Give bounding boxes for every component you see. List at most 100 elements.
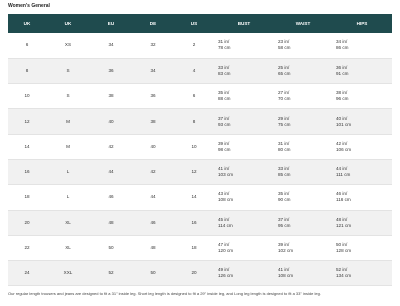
cell-hips-inches: 50 in/ xyxy=(336,242,348,248)
cell-eu: 42 xyxy=(90,134,132,160)
cell-uk-letter: L xyxy=(46,184,90,211)
table-row: 14 M 42 40 10 39 in/98 cm 31 in/80 cm 42 in/106… xyxy=(8,134,392,160)
cell-us: 16 xyxy=(174,210,214,236)
table-row: 24 XXL 52 50 20 49 in/126 cm 41 in/108 cm 52 in… xyxy=(8,260,392,287)
cell-waist: 37 in/95 cm xyxy=(274,210,332,236)
cell-uk-letter: XXL xyxy=(46,260,90,287)
table-row: 16 L 44 42 12 41 in/103 cm 33 in/85 cm 44 in/11… xyxy=(8,159,392,186)
cell-bust: 31 in/78 cm xyxy=(214,33,274,59)
cell-hips: 48 in/121 cm xyxy=(332,210,392,236)
cell-waist: 25 in/65 cm xyxy=(274,58,332,85)
cell-hips-inches: 40 in/ xyxy=(336,115,348,121)
cell-bust-centimeters: 78 cm xyxy=(218,45,231,51)
cell-eu: 44 xyxy=(90,159,132,186)
cell-hips-centimeters: 111 cm xyxy=(336,172,351,178)
cell-waist: 23 in/58 cm xyxy=(274,33,332,59)
cell-waist-inches: 33 in/ xyxy=(278,166,290,172)
cell-bust: 43 in/108 cm xyxy=(214,184,274,211)
cell-eu: 38 xyxy=(90,83,132,110)
cell-hips: 42 in/106 cm xyxy=(332,134,392,160)
page-title: Women's General xyxy=(8,3,50,9)
cell-waist-centimeters: 85 cm xyxy=(278,172,291,178)
cell-waist-centimeters: 80 cm xyxy=(278,146,291,152)
header-uk-letter: UK xyxy=(64,21,72,26)
table-row: 12 M 40 38 8 37 in/93 cm 29 in/75 cm 40 in/101 … xyxy=(8,108,392,135)
cell-de: 46 xyxy=(132,210,174,236)
cell-hips-inches: 48 in/ xyxy=(336,216,348,222)
cell-bust-inches: 41 in/ xyxy=(218,166,230,172)
cell-waist-inches: 35 in/ xyxy=(278,191,290,197)
cell-us: 20 xyxy=(174,260,214,287)
cell-bust-inches: 39 in/ xyxy=(218,140,230,146)
cell-hips-centimeters: 128 cm xyxy=(336,248,352,254)
cell-eu: 36 xyxy=(90,58,132,85)
cell-hips-centimeters: 116 cm xyxy=(336,197,351,203)
cell-uk-number: 6 xyxy=(8,33,46,59)
cell-waist: 33 in/85 cm xyxy=(274,159,332,186)
cell-bust-centimeters: 126 cm xyxy=(218,273,234,279)
cell-uk-number: 14 xyxy=(8,134,46,160)
header-us: US xyxy=(190,21,198,26)
cell-bust-centimeters: 98 cm xyxy=(218,146,231,152)
cell-waist: 29 in/75 cm xyxy=(274,108,332,135)
cell-hips-inches: 44 in/ xyxy=(336,166,348,172)
cell-hips: 34 in/86 cm xyxy=(332,33,392,59)
cell-uk-letter: XL xyxy=(46,210,90,236)
cell-uk-number: 20 xyxy=(8,210,46,236)
cell-hips: 36 in/91 cm xyxy=(332,58,392,85)
cell-eu: 34 xyxy=(90,33,132,59)
cell-waist-inches: 39 in/ xyxy=(278,242,290,248)
cell-uk-number: 12 xyxy=(8,108,46,135)
cell-bust-centimeters: 114 cm xyxy=(218,222,233,228)
cell-uk-letter: XL xyxy=(46,235,90,262)
cell-waist-centimeters: 58 cm xyxy=(278,45,291,51)
cell-bust: 37 in/93 cm xyxy=(214,108,274,135)
header-bust: BUST xyxy=(237,21,251,26)
cell-hips-centimeters: 86 cm xyxy=(336,45,349,51)
cell-bust: 39 in/98 cm xyxy=(214,134,274,160)
cell-waist: 41 in/108 cm xyxy=(274,260,332,287)
cell-waist-centimeters: 108 cm xyxy=(278,273,294,279)
cell-waist-centimeters: 95 cm xyxy=(278,222,291,228)
cell-hips: 38 in/96 cm xyxy=(332,83,392,110)
cell-waist-inches: 41 in/ xyxy=(278,267,290,273)
cell-waist-centimeters: 102 cm xyxy=(278,248,294,254)
cell-us: 4 xyxy=(174,58,214,85)
cell-us: 6 xyxy=(174,83,214,110)
cell-bust: 41 in/103 cm xyxy=(214,159,274,186)
cell-us: 12 xyxy=(174,159,214,186)
cell-uk-letter: S xyxy=(46,83,90,110)
cell-waist-centimeters: 90 cm xyxy=(278,197,291,203)
cell-de: 50 xyxy=(132,260,174,287)
cell-bust-inches: 45 in/ xyxy=(218,216,230,222)
cell-bust-inches: 33 in/ xyxy=(218,64,230,70)
cell-waist-centimeters: 65 cm xyxy=(278,70,291,76)
cell-de: 38 xyxy=(132,108,174,135)
cell-bust: 47 in/120 cm xyxy=(214,235,274,262)
cell-bust-centimeters: 108 cm xyxy=(218,197,234,203)
cell-de: 42 xyxy=(132,159,174,186)
cell-bust: 49 in/126 cm xyxy=(214,260,274,287)
cell-us: 8 xyxy=(174,108,214,135)
cell-hips-inches: 46 in/ xyxy=(336,191,348,197)
cell-eu: 46 xyxy=(90,184,132,211)
cell-uk-number: 16 xyxy=(8,159,46,186)
cell-eu: 48 xyxy=(90,210,132,236)
cell-uk-number: 10 xyxy=(8,83,46,110)
cell-de: 44 xyxy=(132,184,174,211)
cell-uk-letter: S xyxy=(46,58,90,85)
table-row: 20 XL 48 46 16 45 in/114 cm 37 in/95 cm 48 in/1… xyxy=(8,210,392,236)
cell-waist-centimeters: 75 cm xyxy=(278,121,291,127)
cell-hips-inches: 38 in/ xyxy=(336,90,348,96)
cell-us: 18 xyxy=(174,235,214,262)
table-row: 8 S 36 34 4 33 in/83 cm 25 in/65 cm 36 in/91 cm xyxy=(8,58,392,85)
cell-waist: 39 in/102 cm xyxy=(274,235,332,262)
cell-us: 2 xyxy=(174,33,214,59)
cell-waist: 27 in/70 cm xyxy=(274,83,332,110)
cell-hips-centimeters: 96 cm xyxy=(336,96,349,102)
cell-uk-letter: L xyxy=(46,159,90,186)
cell-hips: 44 in/111 cm xyxy=(332,159,392,186)
cell-waist: 31 in/80 cm xyxy=(274,134,332,160)
header-de: DE xyxy=(149,21,157,26)
cell-hips-centimeters: 101 cm xyxy=(336,121,352,127)
